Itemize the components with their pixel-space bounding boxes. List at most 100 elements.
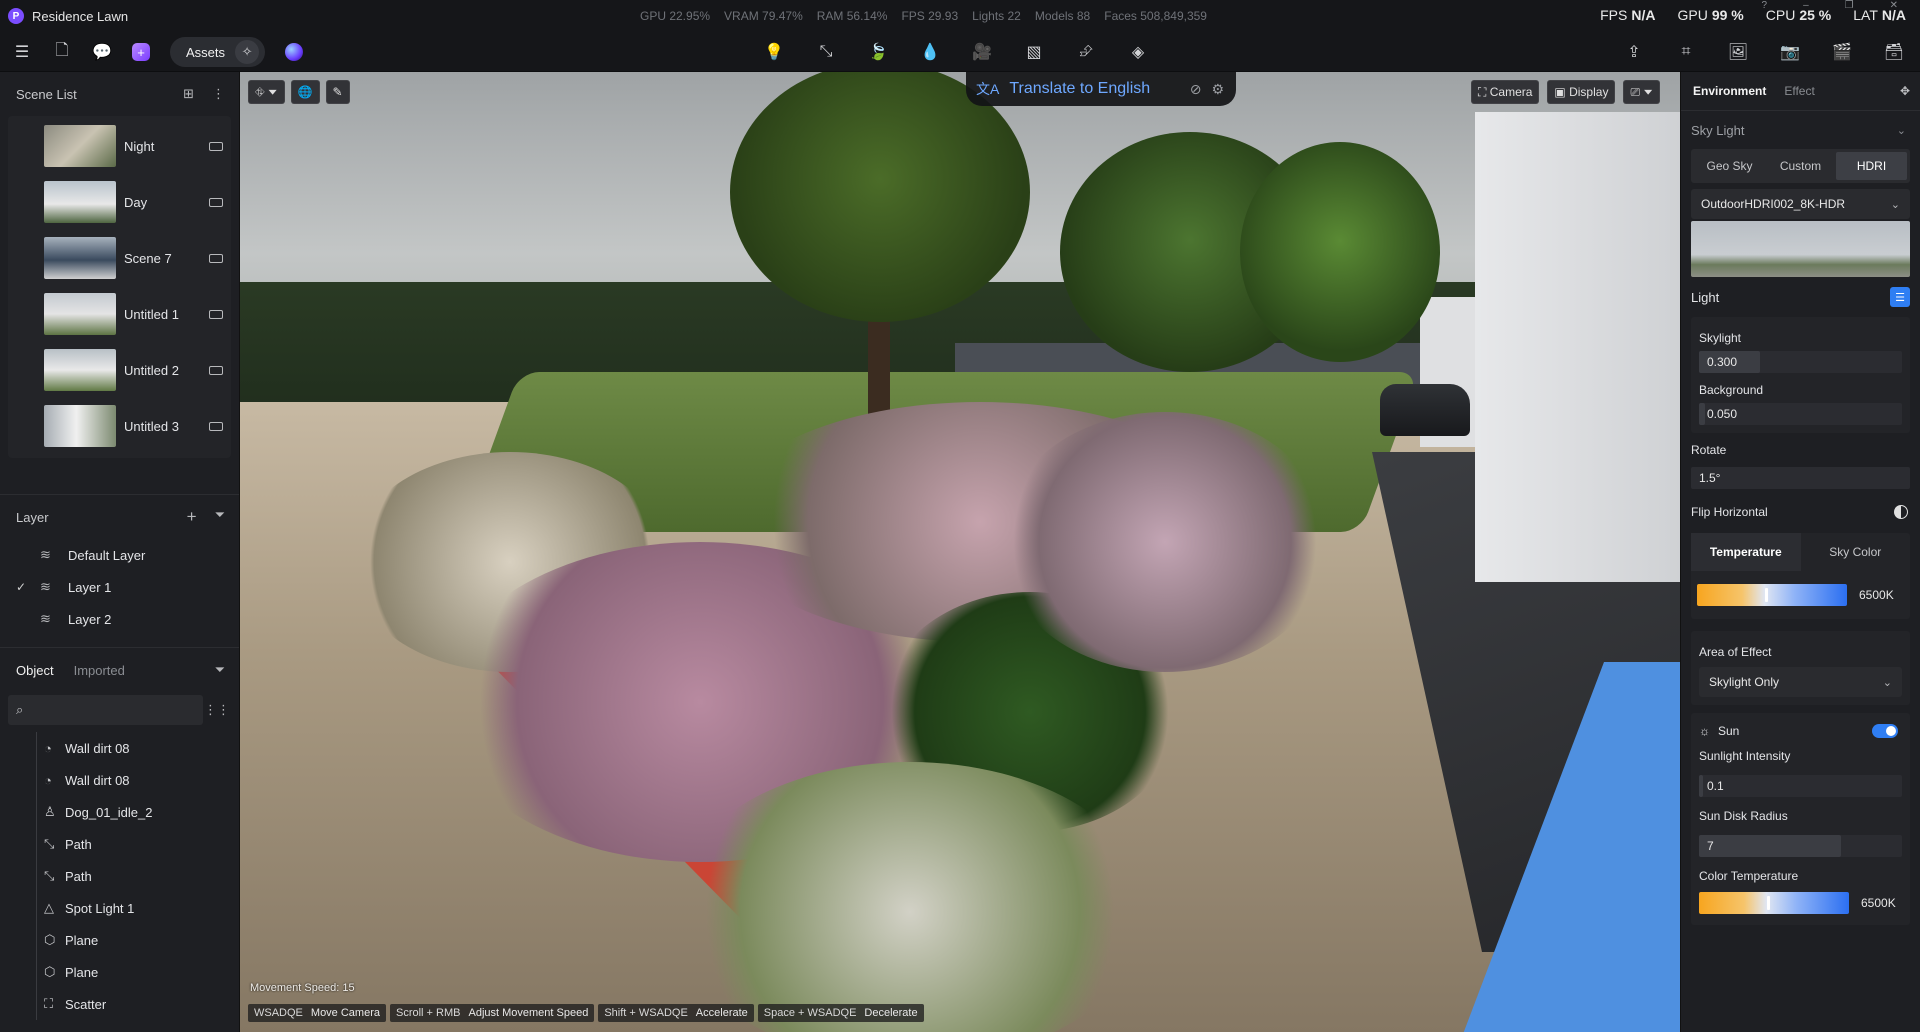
- tab-object[interactable]: Object: [16, 663, 54, 678]
- hdri-select[interactable]: OutdoorHDRI002_8K-HDR ⌄: [1691, 189, 1910, 219]
- camera-button[interactable]: ⛶ Camera: [1471, 80, 1540, 104]
- camera-icon[interactable]: [209, 253, 223, 263]
- light-bulb-icon[interactable]: 💡: [764, 42, 784, 62]
- object-search-input[interactable]: ⌕: [8, 695, 203, 725]
- tab-effect[interactable]: Effect: [1784, 84, 1814, 98]
- material-icon[interactable]: ▧: [1024, 42, 1044, 62]
- menu-icon[interactable]: ☰: [12, 42, 32, 62]
- video-camera-icon[interactable]: 🎥: [972, 42, 992, 62]
- path-tool-icon[interactable]: ⤡: [816, 42, 836, 62]
- camera-icon[interactable]: [209, 365, 223, 375]
- list-item[interactable]: ♙ Dog_01_idle_2: [0, 796, 239, 828]
- tab-sky-color[interactable]: Sky Color: [1801, 533, 1911, 571]
- rotate-value: 1.5°: [1699, 471, 1721, 485]
- tab-environment[interactable]: Environment: [1693, 84, 1766, 98]
- globe-icon[interactable]: 🌐: [290, 80, 320, 104]
- sky-mode-hdri[interactable]: HDRI: [1836, 152, 1907, 180]
- translate-off-icon[interactable]: ⊘: [1190, 81, 1202, 98]
- camera-icon[interactable]: 📷: [1780, 42, 1800, 62]
- scene-label: Untitled 3: [124, 418, 179, 434]
- ai-orb-icon[interactable]: [285, 43, 304, 61]
- scene-label: Untitled 1: [124, 306, 179, 322]
- transform-tool-button[interactable]: ⛗ ⏷: [248, 80, 285, 104]
- skylight-slider[interactable]: 0.300: [1699, 351, 1902, 373]
- translate-settings-icon[interactable]: ⚙: [1211, 81, 1224, 98]
- sun-toggle[interactable]: [1872, 724, 1898, 738]
- upload-icon[interactable]: ⇪: [1624, 42, 1644, 62]
- select-tool-icon[interactable]: ⮵: [1076, 42, 1096, 62]
- layer-item-1[interactable]: ✓ ≋ Layer 1: [0, 571, 239, 603]
- camera-icon[interactable]: [209, 421, 223, 431]
- stat-models: Models 88: [1034, 9, 1091, 23]
- sky-light-header[interactable]: Sky Light ⌄: [1691, 111, 1910, 149]
- rotate-field[interactable]: 1.5°: [1691, 467, 1910, 489]
- display-button[interactable]: ▣ Display: [1547, 80, 1616, 104]
- list-item[interactable]: ⛶ Scatter: [0, 988, 239, 1020]
- tab-temperature[interactable]: Temperature: [1691, 533, 1801, 571]
- ai-sparkle-icon[interactable]: ✧: [235, 40, 260, 64]
- sun-disk-slider[interactable]: 7: [1699, 835, 1902, 857]
- slider-knob[interactable]: [1765, 588, 1768, 602]
- assets-button[interactable]: Assets ✧: [170, 37, 266, 67]
- grid-view-icon[interactable]: ⋮⋮: [203, 702, 231, 718]
- color-temp-value: 6500K: [1861, 896, 1896, 910]
- slider-knob[interactable]: [1767, 896, 1770, 910]
- object-label: Path: [65, 868, 92, 884]
- 3d-viewport[interactable]: ⛗ ⏷ 🌐 ✎ 文A Translate to English ⊘ ⚙ ⛶ Ca…: [240, 72, 1680, 1032]
- collapse-chevron-icon[interactable]: ⏷: [215, 507, 225, 527]
- temperature-row: 6500K: [1691, 577, 1910, 613]
- inbox-icon[interactable]: 🗃: [1884, 42, 1904, 62]
- pin-icon[interactable]: ✥: [1900, 84, 1910, 98]
- eyedropper-icon[interactable]: ✎: [325, 80, 350, 104]
- adjust-icon[interactable]: ☰: [1890, 287, 1910, 307]
- flip-toggle-icon[interactable]: [1894, 505, 1908, 519]
- leaf-icon[interactable]: 🍃: [868, 42, 888, 62]
- add-layer-icon[interactable]: +: [187, 507, 197, 527]
- list-item[interactable]: △ Spot Light 1: [0, 892, 239, 924]
- object-label: Scatter: [65, 996, 107, 1012]
- sky-mode-geo[interactable]: Geo Sky: [1694, 152, 1765, 180]
- layers-icon[interactable]: ◈: [1128, 42, 1148, 62]
- background-slider[interactable]: 0.050: [1699, 403, 1902, 425]
- slider-fill: [1699, 835, 1842, 857]
- list-item[interactable]: ⬡ Plane: [0, 924, 239, 956]
- scene-item-untitled-3[interactable]: Untitled 3: [8, 398, 231, 454]
- list-item[interactable]: ⤡ Path: [0, 860, 239, 892]
- tab-imported[interactable]: Imported: [74, 663, 125, 678]
- scene-item-day[interactable]: Day: [8, 174, 231, 230]
- property-tabs: Environment Effect ✥: [1681, 72, 1920, 110]
- export-image-icon[interactable]: 🖼: [1728, 42, 1748, 62]
- scene-item-untitled-2[interactable]: Untitled 2: [8, 342, 231, 398]
- render-stats: GPU 22.95% VRAM 79.47% RAM 56.14% FPS 29…: [640, 9, 1207, 23]
- camera-icon[interactable]: [209, 141, 223, 151]
- layer-item-2[interactable]: ≋ Layer 2: [0, 603, 239, 635]
- list-item[interactable]: ◔ Wall dirt 08: [0, 732, 239, 764]
- list-item[interactable]: ⬡ Plane: [0, 956, 239, 988]
- add-scene-icon[interactable]: ⊞: [183, 86, 194, 102]
- view-options-button[interactable]: ⎚ ⏷: [1623, 80, 1660, 104]
- scene-item-night[interactable]: Night: [8, 118, 231, 174]
- sky-mode-custom[interactable]: Custom: [1765, 152, 1836, 180]
- camera-icon: ⛶: [1478, 84, 1490, 99]
- video-icon[interactable]: 🎬: [1832, 42, 1852, 62]
- more-options-icon[interactable]: ⋮: [212, 86, 225, 102]
- camera-icon[interactable]: [209, 309, 223, 319]
- list-item[interactable]: ◔ Wall dirt 08: [0, 764, 239, 796]
- temperature-slider[interactable]: [1697, 584, 1847, 606]
- sun-intensity-slider[interactable]: 0.1: [1699, 775, 1902, 797]
- area-of-effect-select[interactable]: Skylight Only ⌄: [1699, 667, 1902, 697]
- new-file-icon[interactable]: 🗋: [52, 42, 72, 62]
- layer-item-default[interactable]: ≋ Default Layer: [0, 539, 239, 571]
- list-item[interactable]: ⤡ Path: [0, 828, 239, 860]
- vr-icon[interactable]: ⌗: [1676, 42, 1696, 62]
- color-temp-slider[interactable]: [1699, 892, 1849, 914]
- scene-item-scene-7[interactable]: Scene 7: [8, 230, 231, 286]
- water-drop-icon[interactable]: 💧: [920, 42, 940, 62]
- collapse-chevron-icon[interactable]: ⏷: [215, 662, 225, 678]
- add-icon[interactable]: +: [132, 43, 150, 61]
- camera-icon[interactable]: [209, 197, 223, 207]
- scene-item-untitled-1[interactable]: Untitled 1: [8, 286, 231, 342]
- chat-icon[interactable]: 💬: [92, 42, 112, 62]
- path-icon: ⤡: [44, 868, 55, 883]
- translate-button[interactable]: Translate to English: [1009, 80, 1150, 98]
